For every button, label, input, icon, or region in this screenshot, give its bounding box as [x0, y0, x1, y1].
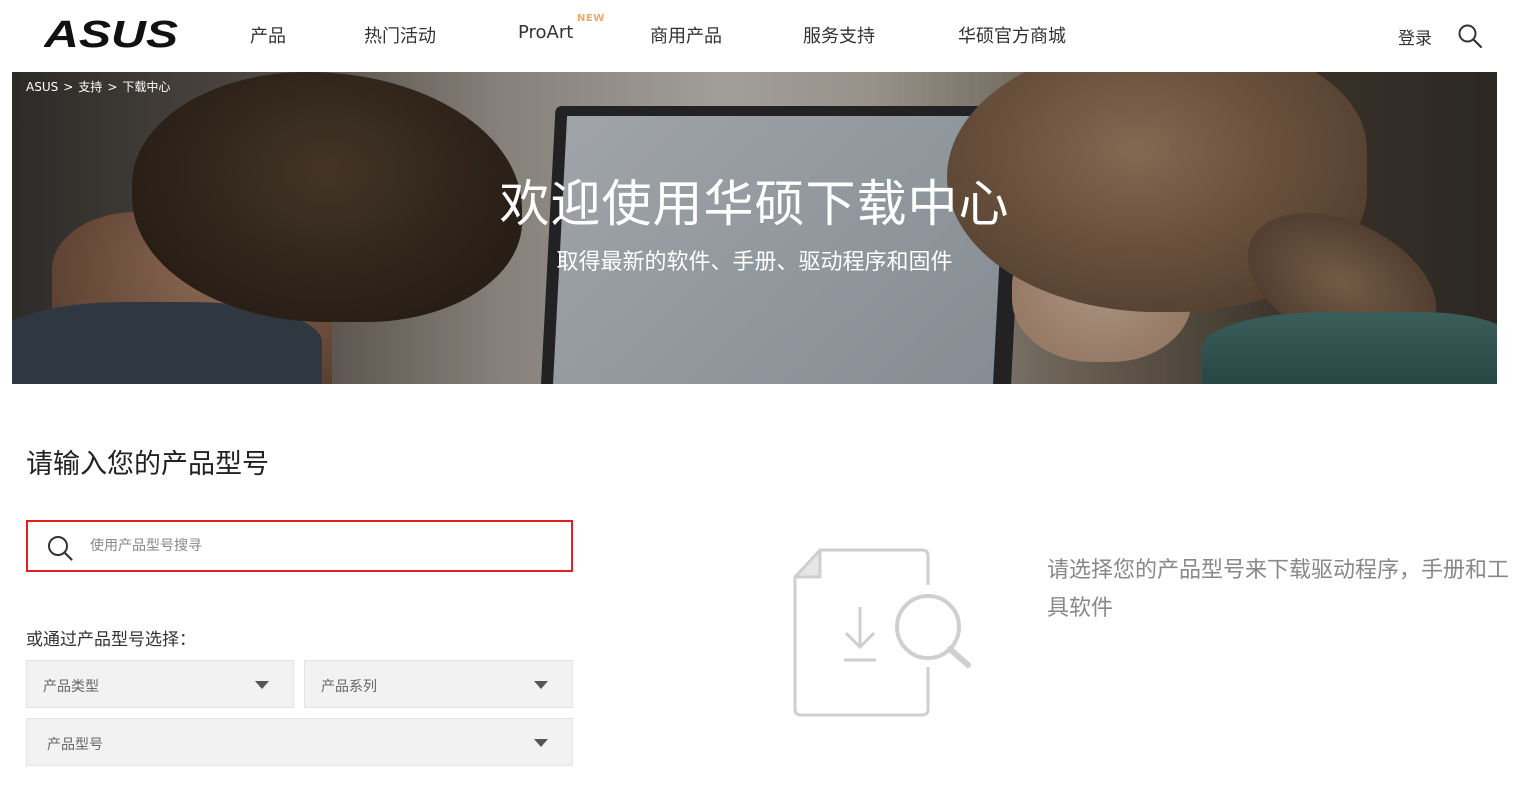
- breadcrumb-separator: >: [63, 80, 74, 94]
- breadcrumb: ASUS > 支持 > 下载中心: [26, 78, 170, 95]
- caret-down-icon: [534, 681, 548, 689]
- top-navigation: ASUS 产品 热门活动 ProArt NEW 商用产品 服务支持 华硕官方商城…: [0, 0, 1521, 72]
- page-title: 请输入您的产品型号: [26, 449, 269, 480]
- search-icon[interactable]: [1456, 22, 1484, 50]
- product-search-input[interactable]: [90, 532, 550, 560]
- product-model-select-label: 产品型号: [47, 737, 103, 753]
- nav-item-business-products[interactable]: 商用产品: [650, 22, 722, 48]
- nav-item-support[interactable]: 服务支持: [803, 22, 875, 48]
- document-download-search-icon: [793, 548, 971, 717]
- asus-logo[interactable]: ASUS: [44, 16, 180, 52]
- login-link[interactable]: 登录: [1398, 24, 1432, 49]
- search-icon: [48, 536, 73, 561]
- nav-item-proart[interactable]: ProArt: [518, 22, 573, 43]
- select-by-model-label: 或通过产品型号选择：: [26, 630, 196, 650]
- hero-banner: ASUS > 支持 > 下载中心 欢迎使用华硕下载中心 取得最新的软件、手册、驱动程序和…: [12, 72, 1497, 384]
- breadcrumb-home[interactable]: ASUS: [26, 80, 58, 94]
- svg-text:ASUS: ASUS: [44, 16, 178, 52]
- hero-subtitle: 取得最新的软件、手册、驱动程序和固件: [556, 250, 953, 275]
- nav-item-products[interactable]: 产品: [250, 22, 286, 48]
- product-model-select[interactable]: 产品型号: [26, 718, 573, 766]
- product-series-select[interactable]: 产品系列: [304, 660, 573, 708]
- breadcrumb-separator: >: [107, 80, 118, 94]
- breadcrumb-support[interactable]: 支持: [78, 80, 102, 94]
- product-type-select[interactable]: 产品类型: [26, 660, 294, 708]
- product-series-select-label: 产品系列: [321, 679, 377, 695]
- hero-title: 欢迎使用华硕下载中心: [499, 175, 1010, 233]
- new-badge: NEW: [577, 13, 605, 24]
- caret-down-icon: [255, 681, 269, 689]
- product-search-box[interactable]: [26, 520, 573, 572]
- nav-item-official-store[interactable]: 华硕官方商城: [958, 22, 1066, 48]
- select-product-hint: 请选择您的产品型号来下载驱动程序，手册和工具软件: [1047, 558, 1510, 621]
- caret-down-icon: [534, 739, 548, 747]
- product-type-select-label: 产品类型: [43, 679, 99, 695]
- nav-item-hot-events[interactable]: 热门活动: [364, 22, 436, 48]
- breadcrumb-download-center[interactable]: 下载中心: [122, 80, 170, 94]
